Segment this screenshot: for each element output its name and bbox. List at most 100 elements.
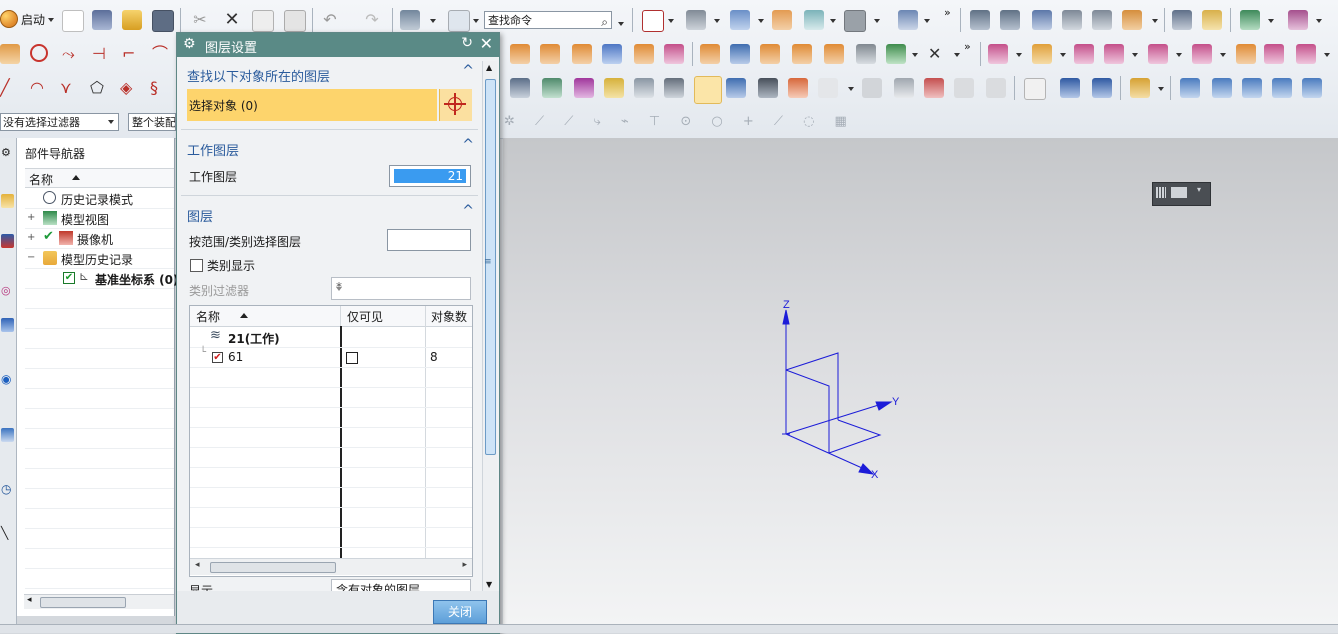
chevron-down-icon[interactable] (714, 19, 720, 23)
scroll-right-icon[interactable]: ▸ (462, 560, 467, 570)
stack-icon[interactable] (1092, 10, 1112, 30)
selection-icon[interactable] (1240, 10, 1260, 30)
chamfer-icon[interactable] (792, 44, 812, 64)
scrollbar-thumb[interactable] (210, 562, 336, 573)
open-folder-icon[interactable] (122, 10, 142, 30)
selection-scope-select[interactable]: 整个装配 (128, 113, 176, 131)
scene-icon[interactable] (788, 78, 808, 98)
through-curves-icon[interactable] (1212, 78, 1232, 98)
shaded-view-icon[interactable] (730, 10, 750, 30)
brush-icon[interactable] (574, 78, 594, 98)
block-icon[interactable] (634, 44, 654, 64)
intersect-icon[interactable] (1074, 44, 1094, 64)
shell-icon[interactable] (760, 44, 780, 64)
spline-icon[interactable]: ⋎ (60, 78, 80, 98)
ambient-icon[interactable] (894, 78, 914, 98)
copy-icon[interactable] (252, 10, 274, 32)
toolbar-overflow-icon[interactable]: » (944, 6, 951, 19)
circle-icon[interactable] (30, 44, 48, 62)
redo-icon[interactable]: ↷ (362, 10, 382, 30)
grid-icon[interactable] (1062, 10, 1082, 30)
datum-icon[interactable]: ✕ (928, 44, 948, 64)
polygon-icon[interactable]: ⬠ (90, 78, 110, 98)
highlight-tool-icon[interactable] (694, 76, 722, 104)
chevron-down-icon[interactable] (668, 19, 674, 23)
assembly-icon[interactable] (1060, 78, 1080, 98)
scrollbar-thumb[interactable] (485, 79, 496, 455)
section-find-objects-header[interactable]: 查找以下对象所在的图层 ^ (181, 63, 478, 85)
box-select-icon[interactable] (1024, 78, 1046, 100)
system-material-icon[interactable]: ╲ (1, 526, 14, 540)
unite-icon[interactable] (988, 44, 1008, 64)
tree-expander[interactable]: + (27, 212, 35, 223)
dialog-title-bar[interactable]: ⚙ 图层设置 ↻ ✕ (177, 33, 499, 57)
checkmark-icon[interactable]: ✔ (43, 229, 57, 244)
chevron-down-icon[interactable] (1316, 19, 1322, 23)
select-objects-button[interactable] (439, 89, 472, 121)
lights-icon[interactable] (634, 78, 654, 98)
background-icon[interactable] (844, 10, 866, 32)
section-view-icon[interactable] (772, 10, 792, 30)
chevron-down-icon[interactable] (1268, 19, 1274, 23)
patch-icon[interactable] (1148, 44, 1168, 64)
texture-icon[interactable] (862, 78, 882, 98)
tools-icon[interactable] (92, 10, 112, 30)
extend-icon[interactable]: ⊣ (92, 44, 112, 64)
section-layers-header[interactable]: 图层 ^ (181, 203, 478, 225)
layer-row-work[interactable]: ≋ 21(工作) (190, 327, 472, 348)
layer-visible-checkbox[interactable]: ✔ (212, 352, 223, 363)
navigator-item-cameras[interactable]: + ✔ 摄像机 (25, 228, 174, 249)
collapse-caret-icon[interactable]: ^ (462, 63, 474, 79)
studio-icon[interactable] (818, 78, 838, 98)
scrollbar-thumb[interactable] (40, 597, 126, 608)
save-icon[interactable] (152, 10, 174, 32)
new-file-icon[interactable] (62, 10, 84, 32)
view-mini-toolbar[interactable]: ▾ (1152, 182, 1211, 206)
reset-icon[interactable]: ↻ (461, 35, 473, 51)
chevron-down-icon[interactable] (758, 19, 764, 23)
orient-view-icon[interactable] (686, 10, 706, 30)
range-category-input[interactable] (387, 229, 471, 251)
drafting-icon[interactable] (1130, 78, 1150, 98)
line-icon[interactable]: ╱ (0, 78, 20, 98)
sweep-icon[interactable] (572, 44, 592, 64)
category-filter-select[interactable]: * (331, 277, 471, 300)
grip-icon[interactable] (1156, 187, 1166, 198)
constraint-navigator-icon[interactable] (1, 234, 14, 248)
snap-point-toolbar[interactable]: ✲ ⟋ ⟋ ⤷ ⌁ ⊤ ⊙ ○ + ⟋ ◌ ▦ (504, 114, 855, 129)
surface-icon[interactable] (1180, 78, 1200, 98)
render-icon[interactable] (542, 78, 562, 98)
camera-icon[interactable] (758, 78, 778, 98)
snap-icon[interactable] (1122, 10, 1142, 30)
chevron-down-icon[interactable] (830, 19, 836, 23)
clipping-icon[interactable] (804, 10, 824, 30)
offset-face-icon[interactable] (1236, 44, 1256, 64)
part-navigator-icon[interactable]: ◎ (1, 284, 14, 298)
helix-icon[interactable]: § (150, 78, 170, 98)
category-display-checkbox[interactable] (190, 259, 203, 272)
measure-icon[interactable] (1172, 10, 1192, 30)
work-layer-input[interactable]: 21 (389, 165, 471, 187)
trim-body-icon[interactable] (886, 44, 906, 64)
fit-view-icon[interactable] (642, 10, 664, 32)
component-icon[interactable] (1092, 78, 1112, 98)
graphics-window[interactable]: Z Y X (503, 138, 1338, 624)
column-header-visible-only[interactable]: 仅可见 (347, 308, 383, 325)
subtract-icon[interactable] (1032, 44, 1052, 64)
info-icon[interactable] (448, 10, 470, 32)
material-icon[interactable] (604, 78, 624, 98)
n-sided-icon[interactable] (1272, 78, 1292, 98)
navigator-item-history-mode[interactable]: 历史记录模式 (25, 188, 174, 209)
scroll-left-icon[interactable]: ◂ (27, 595, 32, 605)
sew-icon[interactable] (1104, 44, 1124, 64)
thread-icon[interactable] (856, 44, 876, 64)
fillet-icon[interactable]: ⌐ (122, 44, 142, 64)
chevron-down-icon[interactable]: ▾ (1197, 185, 1203, 196)
cut-icon[interactable]: ✂ (190, 10, 210, 30)
move-object-icon[interactable] (898, 10, 918, 30)
chevron-down-icon[interactable] (1176, 53, 1182, 57)
select-objects-field[interactable]: 选择对象 (0) (187, 89, 437, 121)
toolbar-overflow-icon[interactable]: » (964, 40, 971, 53)
studio-surface-icon[interactable] (1302, 78, 1322, 98)
chevron-down-icon[interactable] (1220, 53, 1226, 57)
